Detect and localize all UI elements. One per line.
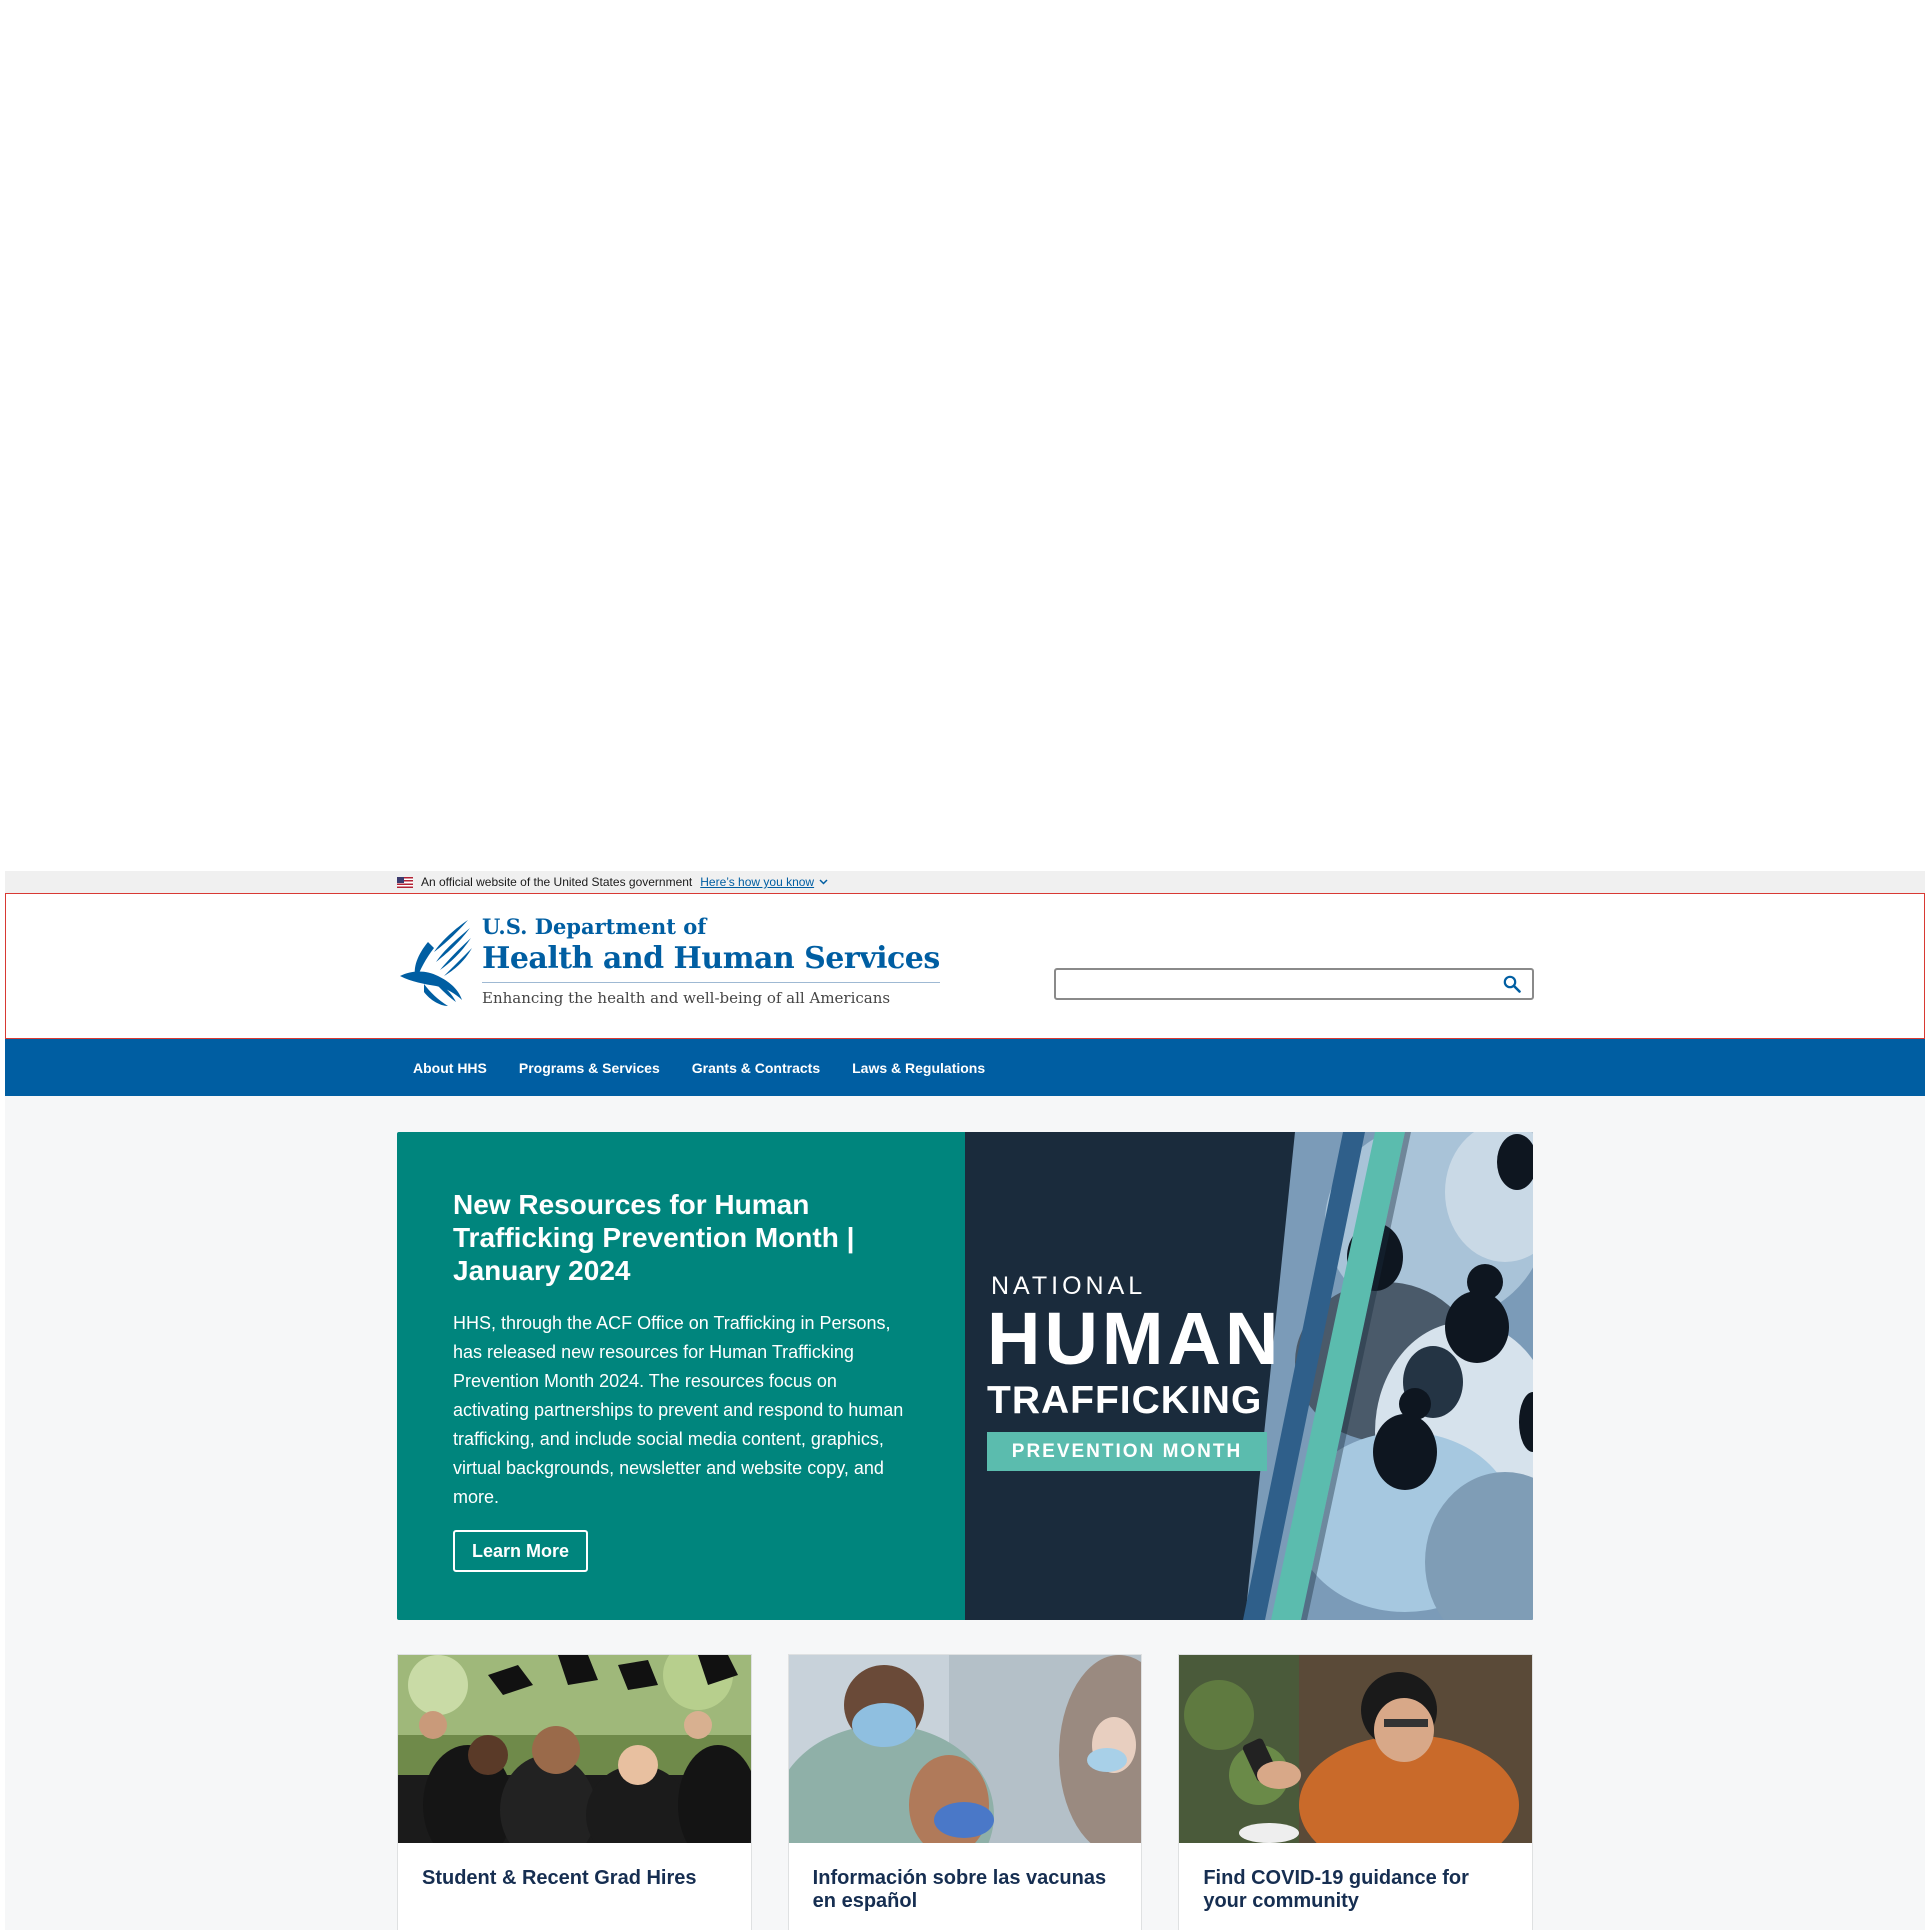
heres-how-you-know-link[interactable]: Here’s how you know [700, 875, 828, 889]
us-flag-icon [397, 876, 413, 888]
hero-text-panel: New Resources for Human Trafficking Prev… [397, 1132, 965, 1620]
card-vacunas-en-espanol[interactable]: Información sobre las vacunas en español [787, 1654, 1143, 1930]
poster-trafficking-text: TRAFFICKING [987, 1379, 1263, 1422]
heres-how-you-know-label: Here’s how you know [700, 875, 815, 889]
card-title: Student & Recent Grad Hires [422, 1867, 697, 1889]
nav-item-programs-services[interactable]: Programs & Services [503, 1039, 676, 1096]
hero-image: NATIONAL HUMAN TRAFFICKING PREVENTION MO… [965, 1132, 1533, 1620]
nav-item-about-hhs[interactable]: About HHS [397, 1039, 503, 1096]
site-header: U.S. Department of Health and Human Serv… [5, 893, 1925, 1039]
feature-cards: Student & Recent Grad Hires Información … [397, 1654, 1534, 1930]
poster-prevention-month-badge: PREVENTION MONTH [987, 1432, 1267, 1471]
card-title: Find COVID-19 guidance for your communit… [1203, 1867, 1469, 1912]
search-input[interactable] [1056, 970, 1492, 998]
primary-nav: About HHS Programs & Services Grants & C… [5, 1039, 1925, 1096]
logo-tagline: Enhancing the health and well-being of a… [482, 989, 891, 1007]
vaccination-photo [788, 1655, 1142, 1843]
hero-feature: New Resources for Human Trafficking Prev… [397, 1132, 1533, 1620]
hhs-eagle-logo-icon [400, 920, 472, 1006]
card-student-recent-grad-hires[interactable]: Student & Recent Grad Hires [397, 1654, 752, 1930]
graduates-photo [398, 1655, 751, 1843]
woman-with-phone-photo [1179, 1655, 1533, 1843]
gov-banner: An official website of the United States… [5, 871, 1925, 893]
card-title: Información sobre las vacunas en español [812, 1867, 1107, 1912]
chevron-down-icon [819, 879, 828, 885]
hero-title: New Resources for Human Trafficking Prev… [453, 1189, 855, 1286]
card-covid-guidance[interactable]: Find COVID-19 guidance for your communit… [1178, 1654, 1534, 1930]
logo-agency-name: Health and Human Services [482, 940, 940, 983]
nav-item-grants-contracts[interactable]: Grants & Contracts [676, 1039, 836, 1096]
hhs-logo-link[interactable]: U.S. Department of Health and Human Serv… [398, 914, 940, 1011]
nav-item-laws-regulations[interactable]: Laws & Regulations [836, 1039, 1001, 1096]
gov-banner-text: An official website of the United States… [421, 875, 693, 889]
browser-viewport: An official website of the United States… [5, 871, 1925, 1930]
poster-text: NATIONAL HUMAN TRAFFICKING PREVENTION MO… [987, 1270, 1283, 1471]
search-icon [1503, 975, 1521, 993]
logo-department-line: U.S. Department of [482, 914, 707, 939]
poster-human-text: HUMAN [987, 1297, 1283, 1380]
learn-more-button[interactable]: Learn More [453, 1530, 589, 1572]
hero-body: HHS, through the ACF Office on Trafficki… [453, 1313, 904, 1507]
search-box [1054, 968, 1534, 1000]
search-button[interactable] [1492, 970, 1532, 998]
